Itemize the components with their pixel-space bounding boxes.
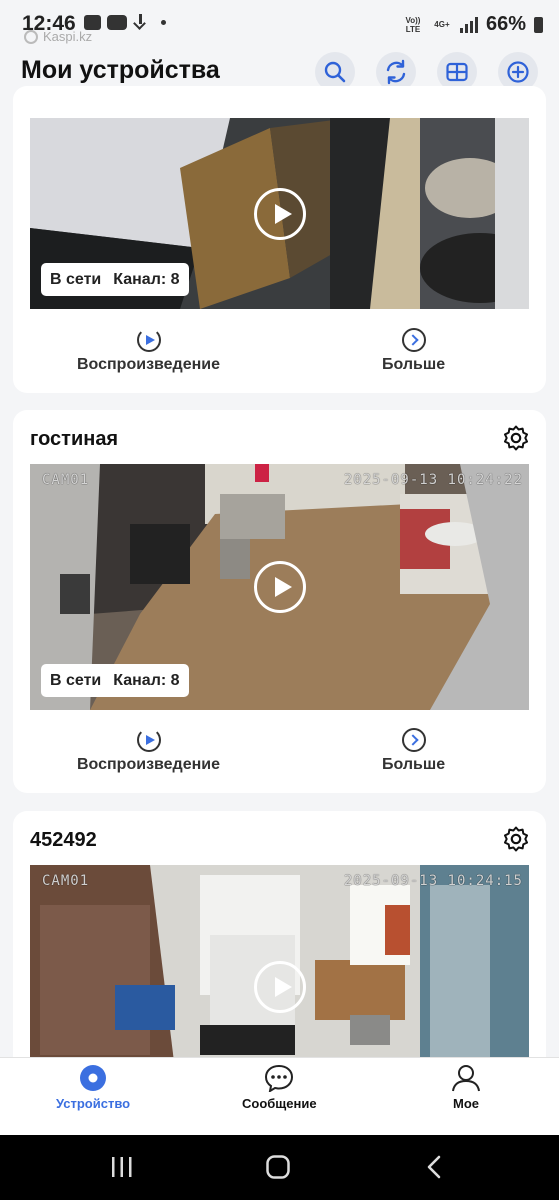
notification-icons	[84, 14, 166, 30]
camera-preview[interactable]: CAM01 2025-09-13 10:24:15	[30, 865, 529, 1071]
profile-icon	[452, 1065, 480, 1092]
nav-item-profile[interactable]: Мое	[451, 1064, 481, 1111]
more-notifications-icon	[161, 19, 166, 25]
battery-percent: 66%	[485, 13, 526, 35]
status-bar: 12:46 Kaspi.kz Vo)) LTE 4G+ 66%	[0, 0, 559, 50]
system-navigation-bar	[0, 1135, 559, 1200]
nav-item-messages[interactable]: Сообщение	[242, 1064, 317, 1111]
search-icon	[324, 61, 346, 83]
playback-button[interactable]: Воспроизведение	[77, 728, 220, 774]
gear-icon[interactable]	[502, 424, 530, 452]
chevron-right-icon	[401, 728, 426, 752]
camera-label: CAM01	[42, 873, 90, 889]
status-badge: В сети Канал: 8	[41, 263, 189, 296]
device-card: В сети Канал: 8 Воспроизведение Больше	[13, 86, 546, 393]
network-type-icon: 4G+	[434, 20, 450, 29]
download-icon	[133, 14, 147, 30]
playback-icon	[136, 328, 161, 352]
grid-layout-icon	[446, 62, 468, 82]
gear-icon[interactable]	[502, 825, 530, 853]
playback-icon	[136, 728, 161, 752]
play-icon[interactable]	[253, 961, 306, 1013]
chevron-right-icon	[401, 328, 426, 352]
device-card: гостиная CAM01 2025-09-13 10:24:22 В сет…	[13, 410, 546, 793]
more-button[interactable]: Больше	[382, 728, 445, 774]
youtube-icon	[107, 14, 127, 30]
playback-button[interactable]: Воспроизведение	[77, 328, 220, 374]
camera-preview[interactable]: В сети Канал: 8	[30, 118, 529, 309]
battery-icon	[534, 16, 543, 33]
page-title: Мои устройства	[21, 56, 220, 84]
play-icon[interactable]	[253, 187, 306, 240]
system-status: Vo)) LTE 4G+ 66%	[402, 13, 543, 36]
more-button[interactable]: Больше	[382, 328, 445, 374]
volte-icon: Vo)) LTE	[405, 15, 421, 34]
device-name: 452492	[30, 829, 97, 851]
kaspi-icon	[24, 29, 38, 44]
camera-timestamp: 2025-09-13 10:24:15	[343, 873, 523, 889]
home-icon[interactable]	[265, 1154, 291, 1180]
message-icon	[265, 1064, 294, 1092]
gallery-icon	[84, 14, 101, 30]
camera-timestamp: 2025-09-13 10:24:22	[343, 472, 523, 488]
bottom-navigation: Устройство Сообщение Мое	[0, 1057, 559, 1135]
refresh-icon	[386, 59, 406, 85]
status-badge: В сети Канал: 8	[41, 664, 189, 697]
camera-preview[interactable]: CAM01 2025-09-13 10:24:22 В сети Канал: …	[30, 464, 529, 710]
device-icon	[80, 1065, 107, 1091]
add-icon	[507, 61, 529, 83]
play-icon[interactable]	[253, 561, 306, 613]
device-card: 452492 CAM01 2025-09-13 10:24:15	[13, 811, 546, 1071]
device-name: гостиная	[30, 428, 119, 450]
back-icon[interactable]	[424, 1154, 444, 1180]
camera-label: CAM01	[42, 472, 90, 488]
signal-icon	[459, 16, 478, 33]
notification-subtext: Kaspi.kz	[24, 29, 92, 44]
recent-apps-icon[interactable]	[110, 1155, 134, 1179]
nav-item-device[interactable]: Устройство	[56, 1064, 130, 1111]
